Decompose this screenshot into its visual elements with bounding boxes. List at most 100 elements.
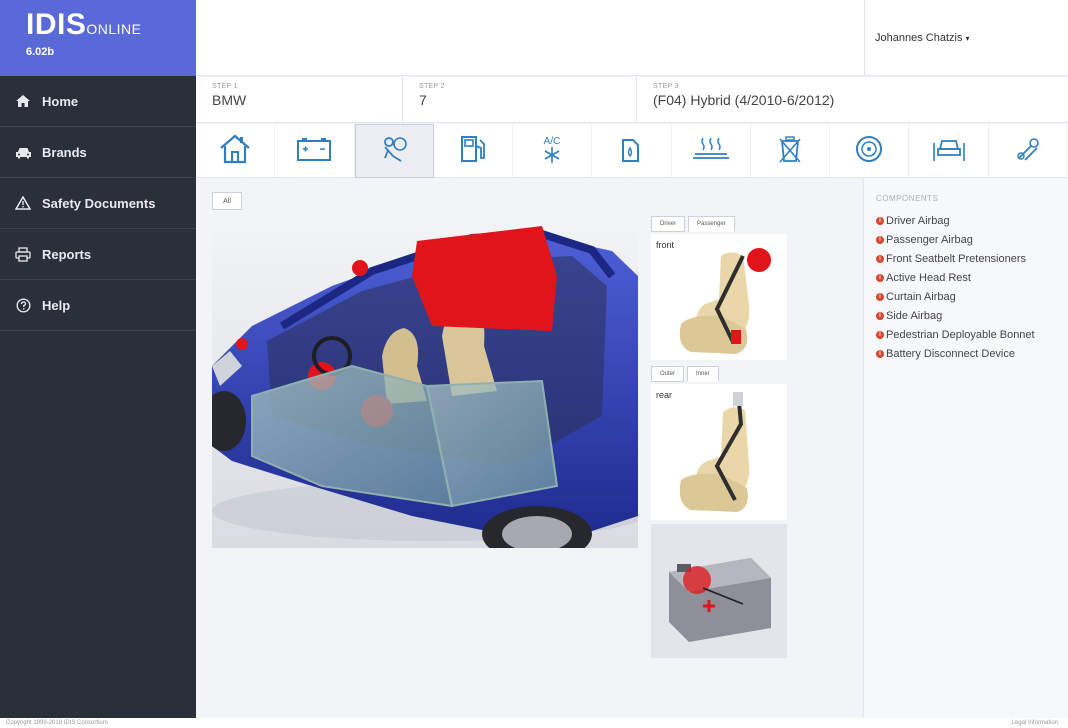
- svg-text:A/C: A/C: [544, 136, 561, 147]
- fuel-pump-icon: [458, 134, 488, 169]
- tab-battery[interactable]: [275, 124, 355, 178]
- component-label: Curtain Airbag: [886, 290, 956, 303]
- component-label: Battery Disconnect Device: [886, 347, 1015, 360]
- chevron-down-icon: ▾: [965, 33, 970, 43]
- tab-air-conditioning[interactable]: A/C: [513, 124, 593, 178]
- step-model[interactable]: STEP 2 7: [402, 77, 636, 123]
- sidebar-item-label: Brands: [42, 144, 87, 160]
- tab-passenger[interactable]: Passenger: [688, 216, 735, 232]
- info-icon: i: [876, 235, 884, 244]
- tab-outer[interactable]: Outer: [651, 366, 685, 382]
- printer-icon: [14, 245, 32, 263]
- tab-inner[interactable]: Inner: [687, 366, 719, 382]
- sidebar-item-label: Home: [42, 93, 79, 109]
- tab-recycling[interactable]: [751, 124, 831, 178]
- copyright-text: Copyright 1999-2018 IDIS Consortium: [6, 720, 108, 726]
- tab-driver[interactable]: Driver: [651, 216, 685, 232]
- component-label: Active Head Rest: [886, 271, 971, 284]
- step-variant[interactable]: STEP 3 (F04) Hybrid (4/2010-6/2012): [636, 77, 1068, 123]
- info-icon: i: [876, 254, 884, 263]
- sidebar-item-label: Safety Documents: [42, 195, 156, 211]
- wheel-icon: [854, 134, 884, 169]
- components-panel: COMPONENTS i Driver Airbag i Passenger Air…: [863, 178, 1068, 718]
- component-label: Passenger Airbag: [886, 233, 973, 246]
- car-lift-icon: [931, 135, 967, 168]
- tab-wheels[interactable]: [830, 124, 910, 178]
- component-passenger-airbag[interactable]: i Passenger Airbag: [876, 230, 1068, 249]
- component-active-head-rest[interactable]: i Active Head Rest: [876, 268, 1068, 287]
- sidebar: IDISONLINE 6.02b Home Brands Safety Docu…: [0, 0, 196, 718]
- oil-can-icon: [618, 134, 644, 169]
- category-icon-bar: A/C: [196, 124, 1068, 178]
- ac-icon: A/C: [537, 133, 567, 170]
- user-name: Johannes Chatzis: [875, 32, 963, 44]
- rear-seat-image: [679, 392, 750, 512]
- wrench-icon: [1013, 134, 1043, 169]
- sidebar-item-help[interactable]: Help: [0, 280, 196, 331]
- component-label: Side Airbag: [886, 309, 943, 322]
- tab-general[interactable]: [196, 124, 276, 178]
- tab-all[interactable]: All: [212, 192, 242, 210]
- sidebar-item-reports[interactable]: Reports: [0, 229, 196, 280]
- component-side-airbag[interactable]: i Side Airbag: [876, 306, 1068, 325]
- component-label: Front Seatbelt Pretensioners: [886, 252, 1027, 265]
- info-icon: i: [876, 216, 884, 225]
- vehicle-3d-view[interactable]: [212, 216, 638, 548]
- user-menu[interactable]: Johannes Chatzis ▾: [864, 0, 1068, 76]
- step-value: (F04) Hybrid (4/2010-6/2012): [653, 92, 835, 108]
- tab-tools[interactable]: [989, 124, 1068, 178]
- component-front-seatbelt-pretensioners[interactable]: i Front Seatbelt Pretensioners: [876, 249, 1068, 268]
- info-icon: i: [876, 273, 884, 282]
- brand-logo[interactable]: IDISONLINE 6.02b: [0, 0, 196, 76]
- sidebar-item-brands[interactable]: Brands: [0, 127, 196, 178]
- component-driver-airbag[interactable]: i Driver Airbag: [876, 211, 1068, 230]
- component-pedestrian-deployable-bonnet[interactable]: i Pedestrian Deployable Bonnet: [876, 325, 1068, 344]
- info-icon: i: [876, 330, 884, 339]
- house-icon: [218, 133, 252, 170]
- step-label: STEP 2: [419, 83, 445, 90]
- tab-lifting[interactable]: [909, 124, 989, 178]
- sidebar-item-home[interactable]: Home: [0, 76, 196, 127]
- home-icon: [14, 92, 32, 110]
- logo-text: IDISONLINE: [26, 8, 142, 41]
- step-label: STEP 1: [212, 83, 238, 90]
- front-label: front: [656, 240, 675, 250]
- front-seat-image: [679, 248, 771, 354]
- tab-fuel[interactable]: [434, 124, 514, 178]
- rear-label: rear: [656, 390, 673, 400]
- step-breadcrumb: STEP 1 BMW STEP 2 7 STEP 3 (F04) Hybrid …: [196, 77, 1068, 123]
- component-detail-panel: Driver Passenger front Outer Inner rear: [651, 216, 787, 658]
- top-bar: Johannes Chatzis ▾: [196, 0, 1068, 76]
- sidebar-item-safety-documents[interactable]: Safety Documents: [0, 178, 196, 229]
- tab-heating[interactable]: [672, 124, 751, 178]
- rear-seat-view[interactable]: rear: [651, 384, 787, 520]
- battery-icon: [296, 136, 332, 167]
- component-battery-disconnect-device[interactable]: i Battery Disconnect Device: [876, 344, 1068, 363]
- logo-suffix: ONLINE: [86, 21, 142, 37]
- info-icon: i: [876, 349, 884, 358]
- sidebar-item-label: Help: [42, 297, 71, 313]
- step-brand[interactable]: STEP 1 BMW: [196, 77, 402, 123]
- app-version: 6.02b: [26, 46, 55, 58]
- component-curtain-airbag[interactable]: i Curtain Airbag: [876, 287, 1068, 306]
- car-icon: [14, 143, 32, 161]
- tab-oil[interactable]: [592, 124, 672, 178]
- info-icon: i: [876, 292, 884, 301]
- step-label: STEP 3: [653, 83, 679, 90]
- component-label: Driver Airbag: [886, 214, 950, 227]
- tab-airbags[interactable]: [354, 124, 434, 178]
- components-title: COMPONENTS: [876, 194, 939, 203]
- battery-image: [669, 558, 771, 642]
- footer: Copyright 1999-2018 IDIS Consortium Lega…: [0, 718, 1068, 728]
- step-value: BMW: [212, 92, 247, 108]
- recycle-bin-icon: [775, 134, 805, 169]
- sidebar-item-label: Reports: [42, 246, 92, 262]
- component-label: Pedestrian Deployable Bonnet: [886, 328, 1035, 341]
- rear-seat-tabs: Outer Inner: [651, 366, 787, 382]
- legal-information-link[interactable]: Legal Information: [1012, 718, 1058, 728]
- main-content: All Driver Passenger front Outer Inner r…: [196, 178, 863, 718]
- front-seat-view[interactable]: front: [651, 234, 787, 360]
- battery-view[interactable]: [651, 524, 787, 658]
- help-icon: [14, 296, 32, 314]
- step-value: 7: [419, 92, 427, 108]
